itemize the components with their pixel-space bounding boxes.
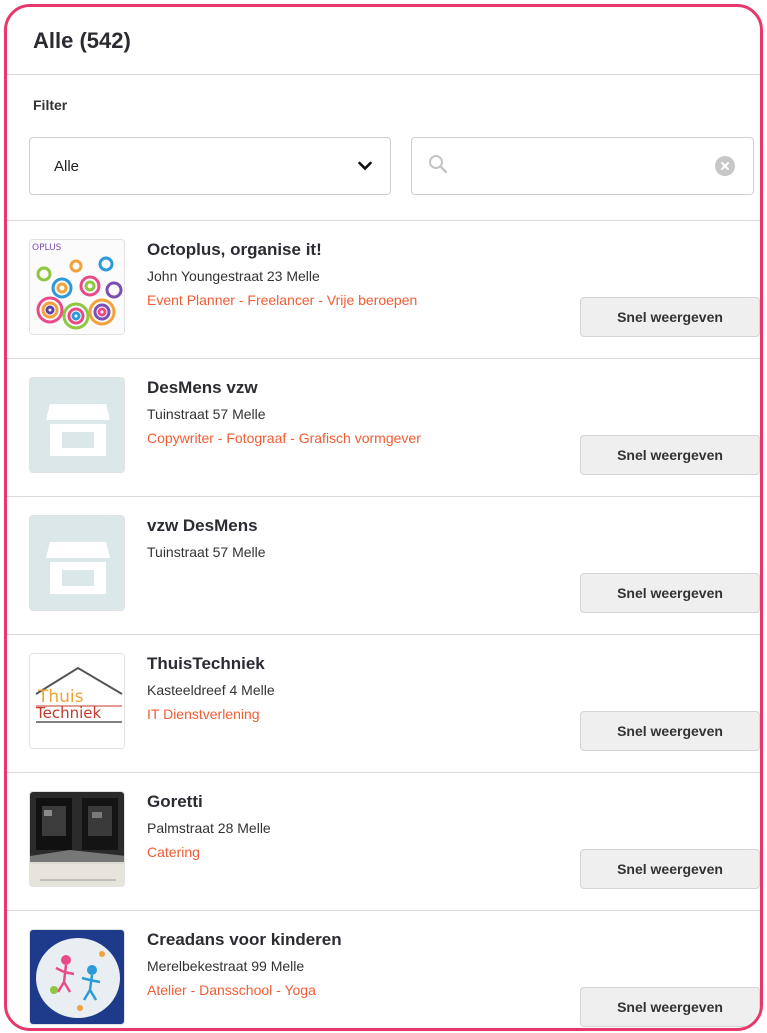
item-tags: Copywriter - Fotograaf - Grafisch vormge… — [147, 430, 421, 446]
svg-text:Techniek: Techniek — [35, 704, 101, 722]
quick-view-button[interactable]: Snel weergeven — [580, 573, 760, 613]
goretti-photo — [29, 791, 125, 887]
item-name[interactable]: vzw DesMens — [147, 515, 266, 537]
quick-view-button[interactable]: Snel weergeven — [580, 711, 760, 751]
quick-view-button[interactable]: Snel weergeven — [580, 987, 760, 1027]
search-icon — [428, 154, 448, 179]
search-box[interactable] — [411, 137, 754, 195]
results-title: Alle (542) — [33, 27, 131, 53]
category-select[interactable]: Alle — [29, 137, 392, 195]
svg-text:OPLUS: OPLUS — [32, 243, 62, 253]
item-info: Octoplus, organise it! John Youngestraat… — [147, 239, 417, 309]
item-address: John Youngestraat 23 Melle — [147, 268, 320, 284]
list-item: Goretti Palmstraat 28 Melle Catering Sne… — [7, 773, 760, 911]
list-item: OPLUS Octoplus, organise it! John Younge… — [7, 221, 760, 359]
item-info: DesMens vzw Tuinstraat 57 Melle Copywrit… — [147, 377, 421, 447]
search-input[interactable] — [458, 157, 715, 175]
octoplus-logo: OPLUS — [29, 239, 125, 335]
item-name[interactable]: Creadans voor kinderen — [147, 929, 342, 951]
item-name[interactable]: DesMens vzw — [147, 377, 421, 399]
item-name[interactable]: ThuisTechniek — [147, 653, 275, 675]
list-item: Thuis Techniek ThuisTechniek Kasteeldree… — [7, 635, 760, 773]
item-info: Goretti Palmstraat 28 Melle Catering — [147, 791, 271, 861]
category-select-value: Alle — [54, 157, 80, 175]
item-name[interactable]: Octoplus, organise it! — [147, 239, 417, 261]
item-address: Tuinstraat 57 Melle — [147, 544, 266, 560]
chevron-down-icon — [358, 158, 373, 175]
item-address: Palmstraat 28 Melle — [147, 820, 271, 836]
list-item: DesMens vzw Tuinstraat 57 Melle Copywrit… — [7, 359, 760, 497]
item-address: Tuinstraat 57 Melle — [147, 406, 266, 422]
item-name[interactable]: Goretti — [147, 791, 271, 813]
quick-view-button[interactable]: Snel weergeven — [580, 435, 760, 475]
thuistechniek-logo: Thuis Techniek — [29, 653, 125, 749]
item-info: ThuisTechniek Kasteeldreef 4 Melle IT Di… — [147, 653, 275, 723]
store-placeholder-icon — [29, 515, 125, 611]
item-address: Kasteeldreef 4 Melle — [147, 682, 275, 698]
item-tags: Catering — [147, 844, 200, 860]
quick-view-button[interactable]: Snel weergeven — [580, 849, 760, 889]
item-tags: Event Planner - Freelancer - Vrije beroe… — [147, 292, 418, 308]
item-info: Creadans voor kinderen Merelbekestraat 9… — [147, 929, 342, 999]
results-panel: Alle (542) Filter Alle OPLUS Octoplus, o… — [4, 4, 763, 1031]
item-info: vzw DesMens Tuinstraat 57 Melle — [147, 515, 266, 567]
filter-label: Filter — [33, 97, 68, 113]
filter-row: Alle — [29, 137, 754, 195]
store-placeholder-icon — [29, 377, 125, 473]
item-tags: Atelier - Dansschool - Yoga — [147, 982, 316, 998]
filter-block: Filter Alle — [7, 75, 760, 221]
list-item: Creadans voor kinderen Merelbekestraat 9… — [7, 911, 760, 1028]
item-address: Merelbekestraat 99 Melle — [147, 958, 305, 974]
results-header: Alle (542) — [7, 7, 760, 75]
clear-search-icon[interactable] — [715, 156, 735, 176]
creadans-logo — [29, 929, 125, 1025]
item-tags: IT Dienstverlening — [147, 706, 260, 722]
results-list: OPLUS Octoplus, organise it! John Younge… — [7, 221, 760, 1028]
list-item: vzw DesMens Tuinstraat 57 Melle Snel wee… — [7, 497, 760, 635]
quick-view-button[interactable]: Snel weergeven — [580, 297, 760, 337]
